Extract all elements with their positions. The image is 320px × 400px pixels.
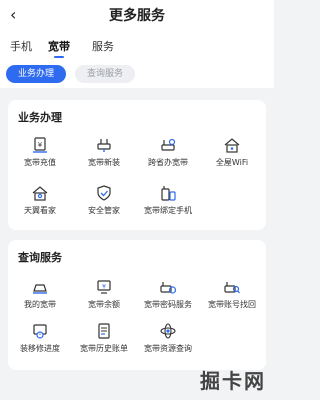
service-item-history-bill[interactable]: 宽带历史账单	[72, 322, 136, 358]
service-item-bind-phone[interactable]: 宽带绑定手机	[136, 184, 200, 220]
tab-broadband[interactable]: 宽带	[48, 40, 70, 54]
account-recovery-icon	[224, 282, 240, 294]
broadband-balance-icon: ¥	[97, 280, 111, 294]
service-item-whole-house-wifi[interactable]: 全屋WiFi	[200, 136, 264, 172]
broadband-install-icon	[97, 139, 111, 152]
top-bar: ‹ 更多服务	[0, 0, 274, 32]
page-title: 更多服务	[109, 8, 165, 24]
svg-text:¥: ¥	[38, 141, 43, 149]
service-item-install-progress[interactable]: 装移修进度	[8, 322, 72, 358]
section-business: 业务办理 ¥ 宽带充值 宽带新装 跨省办宽带 全屋WiFi 天翼看家 安全管家 …	[8, 100, 266, 230]
item-label: 宽带密码服务	[144, 300, 192, 309]
section-query: 查询服务 我的宽带 ¥ 宽带余额 宽带密码服务 宽带账号找回 装移修进度 宽带历…	[8, 240, 266, 370]
item-label: 全屋WiFi	[215, 158, 249, 167]
item-label: 宽带绑定手机	[144, 206, 192, 215]
section-title: 业务办理	[18, 111, 62, 124]
item-label: 宽带历史账单	[80, 344, 128, 353]
watermark-text: 掘卡网	[200, 369, 266, 393]
tab-active-indicator	[54, 56, 64, 58]
security-shield-icon	[97, 185, 111, 201]
service-item-security[interactable]: 安全管家	[72, 184, 136, 220]
chip-query[interactable]: 查询服务	[75, 65, 135, 83]
item-label: 宽带新装	[88, 158, 120, 167]
service-item-cross-province[interactable]: 跨省办宽带	[136, 136, 200, 172]
broadband-password-icon	[160, 282, 177, 294]
tab-phone[interactable]: 手机	[10, 40, 32, 54]
item-label: 宽带资源查询	[144, 344, 192, 353]
section-title: 查询服务	[18, 251, 62, 264]
svg-text:¥: ¥	[102, 284, 106, 291]
item-label: 宽带账号找回	[208, 300, 256, 309]
install-progress-icon	[33, 324, 47, 339]
item-label: 我的宽带	[24, 300, 56, 309]
item-label: 安全管家	[88, 206, 120, 215]
item-label: 天翼看家	[24, 206, 56, 215]
service-item-broadband-balance[interactable]: ¥ 宽带余额	[72, 278, 136, 314]
item-label: 装移修进度	[20, 344, 60, 353]
item-label: 宽带充值	[24, 158, 56, 167]
category-tabs: 手机 宽带 服务	[0, 32, 274, 62]
service-item-home-camera[interactable]: 天翼看家	[8, 184, 72, 220]
service-item-my-broadband[interactable]: 我的宽带	[8, 278, 72, 314]
filter-chips: 业务办理 查询服务	[0, 62, 274, 88]
cross-province-broadband-icon	[161, 138, 176, 151]
resource-query-icon	[160, 323, 176, 339]
tab-service[interactable]: 服务	[92, 40, 114, 54]
item-label: 跨省办宽带	[148, 158, 188, 167]
service-item-resource-query[interactable]: 宽带资源查询	[136, 322, 200, 358]
broadband-recharge-icon: ¥	[33, 137, 47, 153]
chip-business[interactable]: 业务办理	[6, 65, 66, 83]
history-bill-icon	[98, 323, 110, 339]
bind-phone-icon	[161, 186, 176, 201]
item-label: 宽带余额	[88, 300, 120, 309]
service-item-broadband-password[interactable]: 宽带密码服务	[136, 278, 200, 314]
my-broadband-icon	[33, 284, 47, 294]
whole-house-wifi-icon	[224, 138, 240, 153]
service-item-account-recovery[interactable]: 宽带账号找回	[200, 278, 264, 314]
service-item-broadband-recharge[interactable]: ¥ 宽带充值	[8, 136, 72, 172]
home-camera-icon	[32, 186, 48, 201]
service-item-broadband-install[interactable]: 宽带新装	[72, 136, 136, 172]
